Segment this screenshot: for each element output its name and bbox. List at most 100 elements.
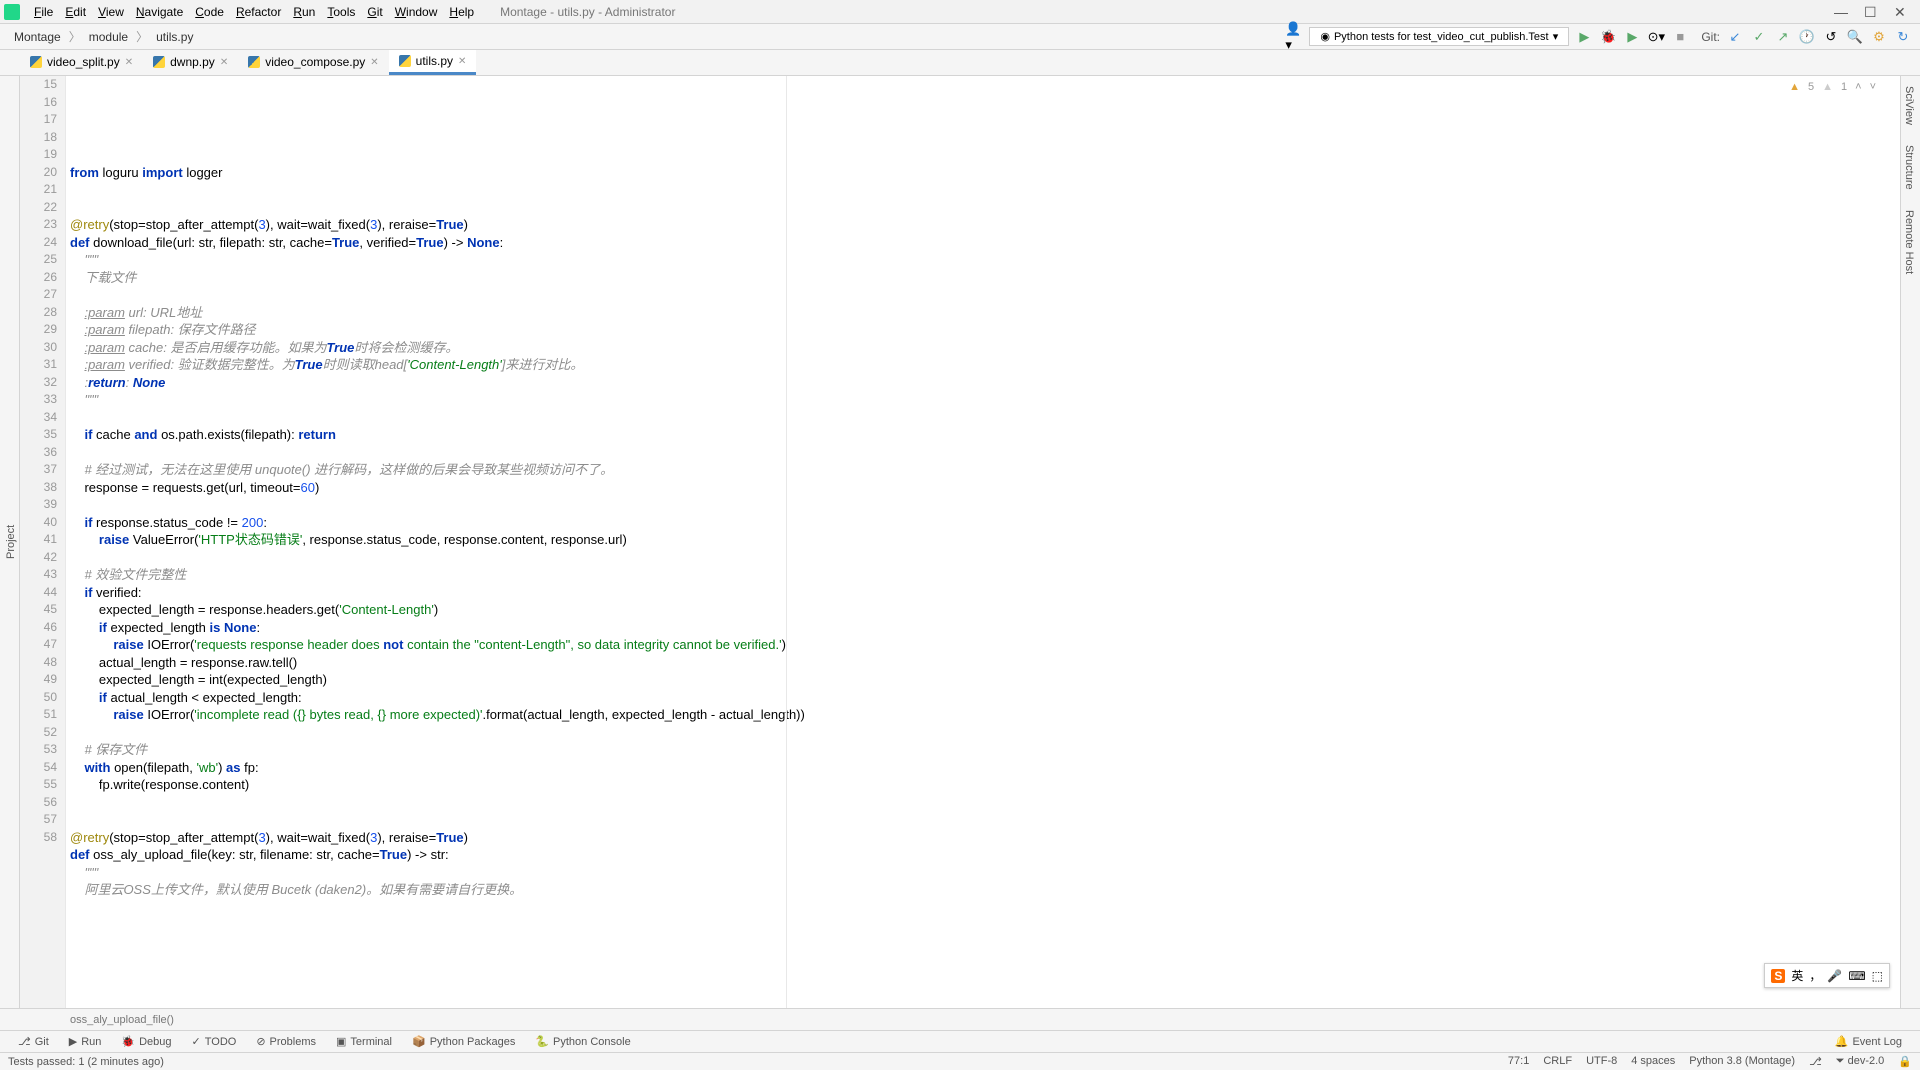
git-push-icon[interactable]: ↗ — [1774, 28, 1792, 46]
code-line[interactable] — [70, 181, 1900, 199]
code-line[interactable]: def download_file(url: str, filepath: st… — [70, 234, 1900, 252]
profile-button[interactable]: ⊙▾ — [1647, 28, 1665, 46]
ime-item[interactable]: ， — [1809, 967, 1821, 984]
code-line[interactable]: # 效验文件完整性 — [70, 566, 1900, 584]
code-line[interactable] — [70, 286, 1900, 304]
ime-item[interactable]: ⬚ — [1872, 969, 1883, 983]
nav-down-icon[interactable]: ˅ — [1870, 79, 1876, 97]
maximize-button[interactable]: ☐ — [1864, 6, 1876, 18]
menu-navigate[interactable]: Navigate — [130, 3, 189, 21]
code-line[interactable]: raise IOError('incomplete read ({} bytes… — [70, 706, 1900, 724]
stop-button[interactable]: ■ — [1671, 28, 1689, 46]
code-line[interactable]: 下载文件 — [70, 269, 1900, 287]
ime-toolbar[interactable]: S英，🎤⌨⬚ — [1764, 963, 1890, 988]
code-line[interactable]: if response.status_code != 200: — [70, 514, 1900, 532]
close-button[interactable]: ✕ — [1894, 6, 1906, 18]
menu-git[interactable]: Git — [361, 3, 388, 21]
menu-code[interactable]: Code — [189, 3, 230, 21]
nav-up-icon[interactable]: ˄ — [1855, 79, 1861, 97]
tool-commit[interactable]: Commit — [0, 76, 3, 1008]
code-line[interactable]: fp.write(response.content) — [70, 776, 1900, 794]
status-item[interactable]: 77:1 — [1508, 1055, 1529, 1068]
code-line[interactable] — [70, 724, 1900, 742]
event-log-button[interactable]: 🔔 Event Log — [1825, 1033, 1912, 1050]
code-line[interactable]: if actual_length < expected_length: — [70, 689, 1900, 707]
bottom-tool-terminal[interactable]: ▣Terminal — [326, 1033, 402, 1050]
breadcrumb-item[interactable]: utils.py — [150, 28, 199, 46]
code-line[interactable]: raise IOError('requests response header … — [70, 636, 1900, 654]
code-line[interactable] — [70, 146, 1900, 164]
tool-structure[interactable]: Structure — [1901, 135, 1917, 200]
code-line[interactable]: actual_length = response.raw.tell() — [70, 654, 1900, 672]
code-line[interactable]: raise ValueError('HTTP状态码错误', response.s… — [70, 531, 1900, 549]
git-history-icon[interactable]: 🕐 — [1798, 28, 1816, 46]
code-line[interactable]: with open(filepath, 'wb') as fp: — [70, 759, 1900, 777]
run-button[interactable]: ▶ — [1575, 28, 1593, 46]
code-line[interactable]: # 经过测试，无法在这里使用 unquote() 进行解码，这样做的后果会导致某… — [70, 461, 1900, 479]
ide-settings-icon[interactable]: ⚙ — [1870, 28, 1888, 46]
tool-project[interactable]: Project — [3, 76, 19, 1008]
status-item[interactable]: 4 spaces — [1631, 1055, 1675, 1068]
menu-run[interactable]: Run — [287, 3, 321, 21]
bottom-tool-git[interactable]: ⎇Git — [8, 1033, 59, 1050]
bottom-tool-problems[interactable]: ⊘Problems — [246, 1033, 326, 1050]
code-line[interactable]: from loguru import logger — [70, 164, 1900, 182]
code-line[interactable]: def oss_aly_upload_file(key: str, filena… — [70, 846, 1900, 864]
close-icon[interactable]: ✕ — [220, 57, 228, 68]
menu-edit[interactable]: Edit — [59, 3, 92, 21]
tab-video_split-py[interactable]: video_split.py✕ — [20, 51, 143, 75]
code-line[interactable] — [70, 199, 1900, 217]
tab-utils-py[interactable]: utils.py✕ — [389, 50, 477, 75]
code-line[interactable]: 阿里云OSS上传文件，默认使用 Bucetk (daken2)。如果有需要请自行… — [70, 881, 1900, 899]
user-icon[interactable]: 👤▾ — [1285, 28, 1303, 46]
menu-tools[interactable]: Tools — [321, 3, 361, 21]
status-item[interactable]: UTF-8 — [1586, 1055, 1617, 1068]
status-item[interactable]: ⏷ dev-2.0 — [1836, 1055, 1885, 1068]
status-item[interactable]: Python 3.8 (Montage) — [1689, 1055, 1795, 1068]
git-rollback-icon[interactable]: ↺ — [1822, 28, 1840, 46]
menu-file[interactable]: File — [28, 3, 59, 21]
code-line[interactable] — [70, 811, 1900, 829]
code-line[interactable]: if cache and os.path.exists(filepath): r… — [70, 426, 1900, 444]
code-line[interactable]: """ — [70, 864, 1900, 882]
code-line[interactable] — [70, 409, 1900, 427]
code-line[interactable]: :return: None — [70, 374, 1900, 392]
code-line[interactable]: :param filepath: 保存文件路径 — [70, 321, 1900, 339]
code-line[interactable]: # 保存文件 — [70, 741, 1900, 759]
breadcrumb-item[interactable]: module — [83, 28, 134, 46]
sync-icon[interactable]: ↻ — [1894, 28, 1912, 46]
code-line[interactable]: :param url: URL地址 — [70, 304, 1900, 322]
code-line[interactable]: if verified: — [70, 584, 1900, 602]
minimize-button[interactable]: — — [1834, 6, 1846, 18]
code-line[interactable]: """ — [70, 251, 1900, 269]
git-update-icon[interactable]: ↙ — [1726, 28, 1744, 46]
run-configuration-selector[interactable]: ◉ Python tests for test_video_cut_publis… — [1309, 27, 1569, 46]
status-item[interactable]: ⎇ — [1809, 1055, 1822, 1068]
bottom-tool-python-console[interactable]: 🐍Python Console — [525, 1033, 640, 1050]
bottom-tool-run[interactable]: ▶Run — [59, 1033, 112, 1050]
menu-view[interactable]: View — [92, 3, 130, 21]
debug-button[interactable]: 🐞 — [1599, 28, 1617, 46]
status-item[interactable]: CRLF — [1543, 1055, 1572, 1068]
code-line[interactable]: :param cache: 是否启用缓存功能。如果为True时将会检测缓存。 — [70, 339, 1900, 357]
code-line[interactable] — [70, 899, 1900, 917]
close-icon[interactable]: ✕ — [370, 57, 378, 68]
code-line[interactable]: """ — [70, 391, 1900, 409]
code-line[interactable]: @retry(stop=stop_after_attempt(3), wait=… — [70, 216, 1900, 234]
tab-video_compose-py[interactable]: video_compose.py✕ — [238, 51, 388, 75]
menu-window[interactable]: Window — [389, 3, 444, 21]
inspections-widget[interactable]: ▲5 ▲1 ˄ ˅ — [1789, 79, 1876, 97]
tool-sciview[interactable]: SciView — [1901, 76, 1917, 135]
coverage-button[interactable]: ▶ — [1623, 28, 1641, 46]
search-icon[interactable]: 🔍 — [1846, 28, 1864, 46]
ime-item[interactable]: 🎤 — [1827, 969, 1842, 983]
code-line[interactable]: expected_length = int(expected_length) — [70, 671, 1900, 689]
code-line[interactable] — [70, 444, 1900, 462]
editor-breadcrumb[interactable]: oss_aly_upload_file() — [0, 1008, 1920, 1030]
code-line[interactable]: expected_length = response.headers.get('… — [70, 601, 1900, 619]
tool-remote-host[interactable]: Remote Host — [1901, 200, 1917, 284]
close-icon[interactable]: ✕ — [458, 56, 466, 67]
git-commit-icon[interactable]: ✓ — [1750, 28, 1768, 46]
code-line[interactable]: :param verified: 验证数据完整性。为True时则读取head['… — [70, 356, 1900, 374]
code-line[interactable] — [70, 496, 1900, 514]
